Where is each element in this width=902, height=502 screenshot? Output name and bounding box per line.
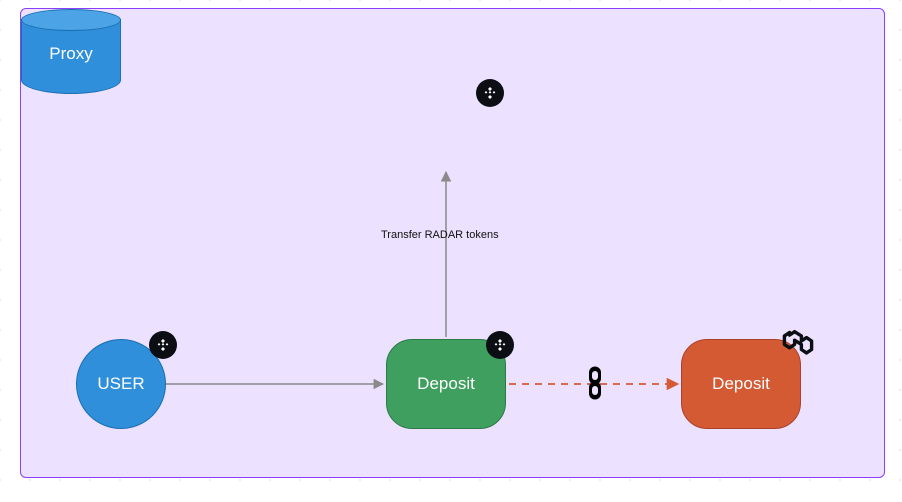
bnb-icon [486, 331, 514, 359]
bnb-icon [149, 331, 177, 359]
node-proxy[interactable]: Proxy [21, 9, 121, 94]
chain-link-icon [577, 365, 613, 401]
node-user-label: USER [97, 374, 144, 394]
edge-label-transfer: Transfer RADAR tokens [381, 229, 499, 241]
diagram-frame: Deposit Proxy USER Deposit [20, 8, 885, 478]
bnb-icon [476, 79, 504, 107]
node-deposit-green-label: Deposit [417, 374, 475, 394]
node-deposit-red-label: Deposit [712, 374, 770, 394]
node-proxy-label: Proxy [49, 44, 92, 64]
polygon-icon [781, 327, 815, 355]
